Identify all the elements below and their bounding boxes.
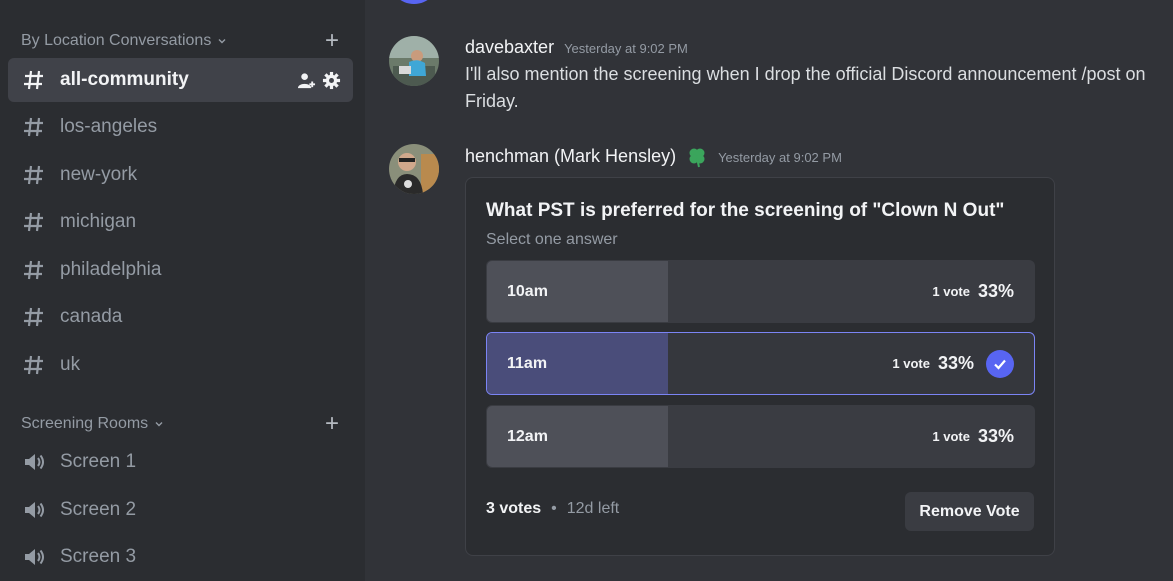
poll-subtitle: Select one answer: [486, 231, 618, 248]
speaker-icon: [25, 454, 44, 470]
add-member-icon[interactable]: [297, 71, 316, 90]
checkmark-icon: [986, 349, 1014, 378]
timestamp: Yesterday at 9:02 PM: [564, 41, 688, 56]
chevron-down-icon: [218, 39, 226, 44]
channel-label: los-angeles: [60, 116, 158, 137]
poll-answer-percent: 33%: [977, 281, 1014, 301]
avatar[interactable]: [389, 36, 439, 86]
message-header: davebaxter Yesterday at 9:02 PM: [465, 37, 688, 58]
hash-icon: [24, 70, 43, 90]
category-location-conversations[interactable]: By Location Conversations +: [21, 29, 339, 53]
poll-total-votes[interactable]: 3 votes: [486, 500, 541, 518]
voice-channel-screen-3[interactable]: Screen 3: [8, 535, 353, 579]
poll-card: What PST is preferred for the screening …: [465, 177, 1055, 556]
hash-icon: [24, 212, 43, 232]
hash-icon: [24, 307, 43, 327]
hash-icon: [24, 117, 43, 137]
poll-answer-percent: 33%: [937, 353, 974, 373]
channel-label: all-community: [60, 69, 189, 90]
remove-vote-button[interactable]: Remove Vote: [905, 492, 1034, 531]
message-header: henchman (Mark Hensley) Yesterday at 9:0…: [465, 146, 842, 168]
channel-label: uk: [60, 354, 81, 375]
chat-area: davebaxter Yesterday at 9:02 PM I'll als…: [365, 0, 1173, 581]
create-channel-plus-icon[interactable]: +: [325, 29, 339, 53]
separator-dot: •: [551, 500, 557, 517]
poll-answer-label: 10am: [507, 282, 548, 300]
poll-question: What PST is preferred for the screening …: [486, 200, 1005, 221]
user-photo-icon: [389, 144, 439, 194]
channel-label: michigan: [60, 211, 137, 232]
channel-all-community[interactable]: all-community: [8, 58, 353, 102]
message-text: I'll also mention the screening when I d…: [465, 64, 1146, 111]
app: By Location Conversations + all-communit…: [0, 0, 1173, 581]
clover-icon: [689, 148, 705, 168]
user-photo-icon: [389, 36, 439, 86]
poll-footer: 3 votes • 12d left: [486, 500, 619, 518]
hash-icon: [24, 260, 43, 280]
username[interactable]: davebaxter: [465, 37, 554, 58]
create-channel-plus-icon[interactable]: +: [325, 412, 339, 436]
poll-answer-label: 12am: [507, 427, 548, 445]
channel-michigan[interactable]: michigan: [8, 200, 353, 244]
channel-label: philadelphia: [60, 259, 162, 280]
poll-answer-12am[interactable]: 12am 1 vote 33%: [486, 405, 1035, 468]
channel-sidebar: By Location Conversations + all-communit…: [0, 0, 365, 581]
hash-icon: [24, 165, 43, 185]
voice-channel-screen-2[interactable]: Screen 2: [8, 488, 353, 532]
chevron-down-icon: [155, 422, 163, 427]
poll-answer-votes: 1 vote: [892, 356, 930, 371]
channel-label: Screen 1: [60, 451, 137, 472]
channel-los-angeles[interactable]: los-angeles: [8, 105, 353, 149]
channel-label: Screen 2: [60, 499, 137, 520]
poll-time-left: 12d left: [566, 500, 620, 517]
channel-canada[interactable]: canada: [8, 295, 353, 339]
channel-new-york[interactable]: new-york: [8, 153, 353, 197]
channel-label: new-york: [60, 164, 138, 185]
channel-label: Screen 3: [60, 546, 137, 567]
poll-answer-percent: 33%: [977, 426, 1014, 446]
poll-answer-votes: 1 vote: [932, 429, 970, 444]
speaker-icon: [25, 549, 44, 565]
username[interactable]: henchman (Mark Hensley): [465, 146, 676, 167]
timestamp: Yesterday at 9:02 PM: [718, 150, 842, 165]
gear-icon[interactable]: [322, 71, 341, 90]
speaker-icon: [25, 502, 44, 518]
channel-uk[interactable]: uk: [8, 343, 353, 387]
category-screening-rooms[interactable]: Screening Rooms +: [21, 412, 339, 436]
poll-answer-label: 11am: [507, 354, 548, 372]
avatar[interactable]: [389, 0, 439, 4]
poll-answer-11am[interactable]: 11am 1 vote 33%: [486, 332, 1035, 395]
poll-answer-votes: 1 vote: [932, 284, 970, 299]
voice-channel-screen-1[interactable]: Screen 1: [8, 440, 353, 484]
channel-label: canada: [60, 306, 123, 327]
category-label: By Location Conversations: [21, 32, 212, 49]
hash-icon: [24, 355, 43, 375]
category-label: Screening Rooms: [21, 415, 149, 432]
channel-philadelphia[interactable]: philadelphia: [8, 248, 353, 292]
poll-answer-10am[interactable]: 10am 1 vote 33%: [486, 260, 1035, 323]
avatar[interactable]: [389, 144, 439, 194]
